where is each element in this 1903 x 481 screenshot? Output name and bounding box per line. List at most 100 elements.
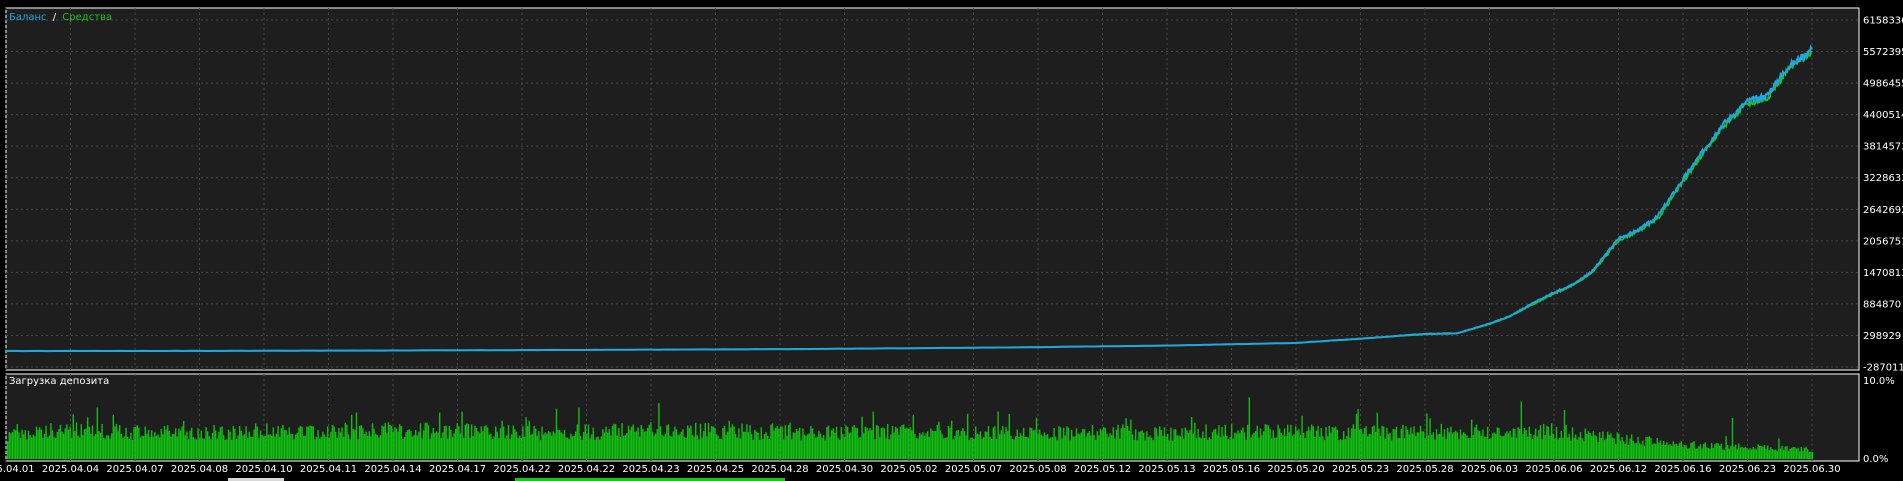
load-bar (253, 429, 255, 459)
load-bar (1155, 428, 1158, 459)
load-bar (335, 432, 337, 459)
load-bar (1477, 430, 1479, 459)
load-bar (947, 426, 950, 459)
load-bar (61, 431, 63, 459)
load-bar (1528, 426, 1530, 459)
load-bar (1071, 429, 1073, 459)
load-bar (816, 436, 818, 459)
load-bar (211, 433, 214, 459)
load-bar (1336, 429, 1338, 459)
load-bar (381, 425, 383, 459)
load-bar (655, 433, 657, 459)
load-bar (987, 426, 990, 459)
load-bar (928, 436, 930, 459)
load-bar (1483, 436, 1486, 459)
load-bar (458, 426, 460, 459)
load-bar (1197, 429, 1199, 459)
load-bar (1669, 444, 1671, 459)
load-bar (659, 426, 662, 459)
load-bar (1387, 433, 1390, 459)
load-bar (1779, 448, 1782, 459)
load-bar (1407, 430, 1409, 459)
load-bar (53, 437, 55, 459)
load-bar (1461, 434, 1463, 459)
load-bar (952, 439, 954, 459)
load-bar (207, 431, 209, 459)
load-bar (451, 437, 454, 459)
load-bar (1191, 417, 1193, 459)
load-bar (1803, 447, 1806, 459)
load-bar (631, 426, 633, 459)
load-bar (1165, 436, 1167, 459)
load-bar (264, 435, 266, 459)
load-bar (1552, 433, 1554, 459)
load-bar (674, 426, 676, 459)
load-bar (1135, 429, 1137, 459)
load-bar (333, 426, 335, 459)
load-bar (69, 426, 71, 459)
load-bar (1363, 428, 1366, 459)
load-bar (1498, 427, 1500, 459)
load-bar (1587, 431, 1590, 459)
load-bar (960, 431, 962, 459)
load-bar (101, 424, 103, 459)
load-bar (554, 433, 556, 459)
load-bar (77, 435, 79, 459)
load-bar (83, 429, 86, 459)
load-bar (59, 424, 62, 459)
load-bar (1279, 428, 1281, 459)
load-bar (29, 435, 31, 459)
load-bar (1000, 430, 1002, 459)
load-bar (307, 426, 310, 459)
load-bar (621, 423, 623, 459)
load-bar (1074, 436, 1076, 459)
load-bar (48, 435, 50, 459)
load-bar (1138, 431, 1140, 459)
load-bar (954, 435, 956, 459)
load-bar (792, 432, 794, 459)
load-bar (1730, 445, 1732, 459)
load-bar (656, 429, 658, 459)
load-bar (1650, 438, 1652, 459)
load-bar (1309, 430, 1311, 459)
load-bar (1354, 429, 1356, 459)
load-bar (1663, 441, 1665, 459)
load-bar (1685, 445, 1687, 459)
load-bar (1207, 439, 1209, 459)
x-tick-label: 2025.05.02 (880, 464, 937, 475)
load-bar (1247, 424, 1249, 459)
load-bar (1786, 446, 1788, 459)
load-bar (10, 433, 12, 459)
load-bar (1266, 424, 1268, 459)
load-bar (1615, 444, 1617, 459)
load-bar (1568, 433, 1570, 459)
load-bar (325, 436, 327, 459)
load-bar (757, 432, 759, 459)
load-bar (626, 433, 628, 459)
x-tick-label: 2025.05.08 (1009, 464, 1066, 475)
load-bar (1271, 438, 1273, 459)
load-bar (946, 437, 948, 459)
load-bar (810, 426, 812, 459)
load-bar (293, 439, 295, 459)
load-bar (144, 426, 146, 459)
load-bar (1469, 438, 1471, 459)
load-bar (795, 429, 798, 459)
load-bar (285, 430, 287, 459)
load-bar (837, 438, 839, 459)
load-bar (831, 430, 833, 459)
load-bar (895, 426, 897, 459)
load-bar (259, 430, 262, 459)
load-bar (632, 424, 634, 459)
load-bar (1077, 433, 1079, 459)
load-bar (1250, 437, 1252, 459)
load-bar (1082, 428, 1084, 459)
load-bar (114, 426, 116, 459)
load-bar (55, 437, 57, 459)
load-bar (1627, 444, 1630, 459)
load-bar (1200, 438, 1202, 459)
load-bar (303, 436, 305, 459)
load-bar (1459, 429, 1462, 459)
load-bar (485, 425, 487, 459)
load-bar (1059, 427, 1062, 459)
